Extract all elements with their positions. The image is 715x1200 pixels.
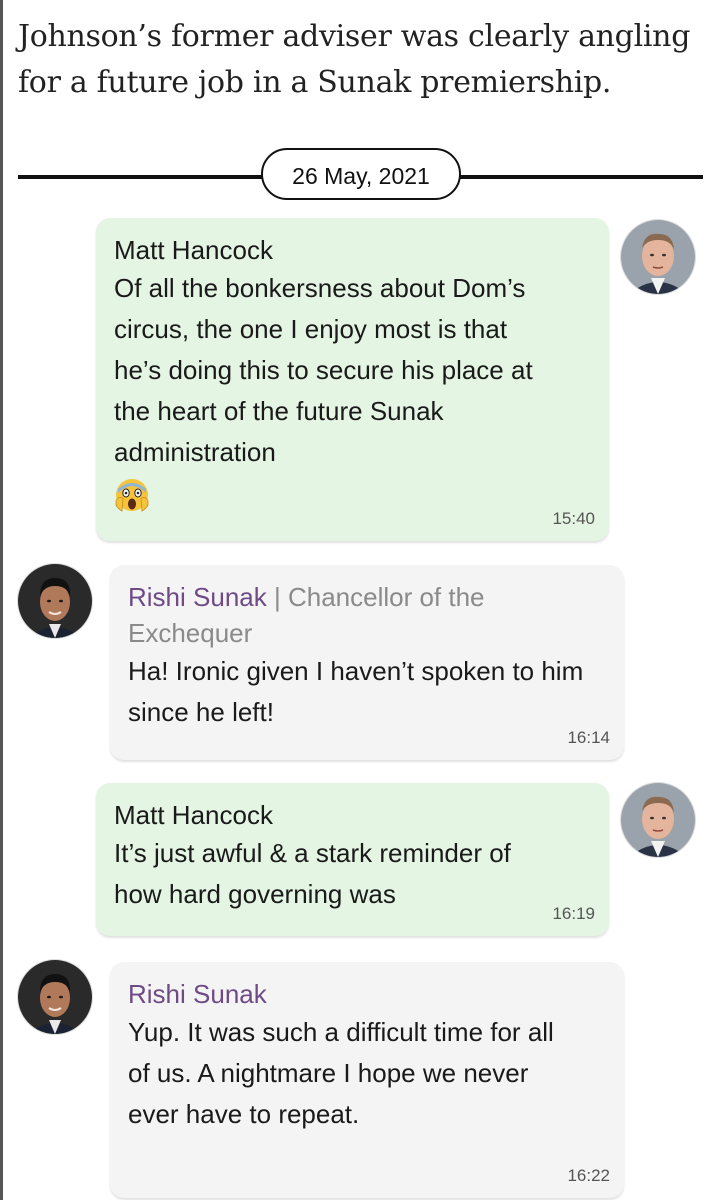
message-bubble-sunak-1: Rishi Sunak | Chancellor of the Excheque… xyxy=(110,565,624,760)
hancock-avatar-icon xyxy=(621,220,695,294)
screaming-face-icon xyxy=(115,479,149,512)
message-timestamp: 16:19 xyxy=(552,904,595,923)
message-timestamp: 16:22 xyxy=(567,1166,610,1185)
message-timestamp: 16:14 xyxy=(567,728,610,747)
message-text: Of all the bonkersness about Dom’s circu… xyxy=(114,273,533,467)
sunak-avatar-icon xyxy=(18,564,92,638)
message-text: Ha! Ironic given I haven’t spoken to him… xyxy=(128,656,584,727)
hancock-avatar-icon xyxy=(621,783,695,857)
sender-name: Rishi Sunak xyxy=(128,582,267,612)
date-pill: 26 May, 2021 xyxy=(261,148,461,200)
message-timestamp: 15:40 xyxy=(552,509,595,528)
screaming-face-emoji-icon xyxy=(114,477,591,518)
sunak-avatar-icon xyxy=(18,960,92,1034)
message-text: It’s just awful & a stark reminder of ho… xyxy=(114,838,511,909)
article-intro-text: Johnson’s former adviser was clearly ang… xyxy=(18,19,691,100)
avatar-hancock xyxy=(621,783,695,857)
avatar-hancock xyxy=(621,220,695,294)
message-bubble-hancock-1: Matt Hancock Of all the bonkersness abou… xyxy=(96,218,609,541)
role-separator: | xyxy=(273,582,288,612)
message-bubble-sunak-2: Rishi Sunak Yup. It was such a difficult… xyxy=(110,962,624,1198)
date-divider: 26 May, 2021 xyxy=(18,148,703,204)
page-left-rule xyxy=(0,0,3,1200)
avatar-sunak xyxy=(18,564,92,638)
message-text: Yup. It was such a difficult time for al… xyxy=(128,1017,554,1129)
sender-name: Matt Hancock xyxy=(114,235,273,265)
avatar-sunak xyxy=(18,960,92,1034)
message-bubble-hancock-2: Matt Hancock It’s just awful & a stark r… xyxy=(96,783,609,936)
sender-name: Rishi Sunak xyxy=(128,979,267,1009)
sender-name: Matt Hancock xyxy=(114,800,273,830)
sender-name-with-role: Rishi Sunak | Chancellor of the Excheque… xyxy=(128,579,598,651)
